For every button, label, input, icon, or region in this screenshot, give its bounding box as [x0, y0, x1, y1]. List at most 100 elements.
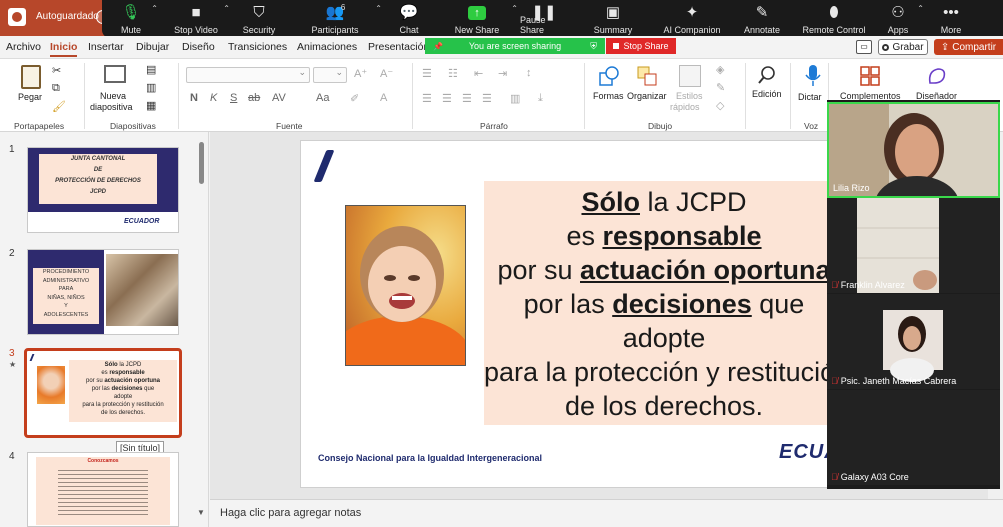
slide-number: 1 — [9, 144, 15, 155]
text-run: adopte — [113, 394, 133, 400]
arrange-button[interactable]: Organizar — [627, 91, 667, 101]
slide-text-box[interactable]: Sólo la JCPD es responsable por su actuaci… — [484, 181, 839, 425]
italic-button[interactable]: K — [210, 92, 217, 104]
reset-icon[interactable]: ▥ — [146, 81, 156, 94]
chat-button[interactable]: 💬 Chat — [384, 0, 434, 38]
columns-icon[interactable]: ▥ — [510, 92, 520, 105]
child-photo[interactable] — [345, 205, 466, 366]
group-fuente: Fuente — [276, 121, 303, 131]
quick-styles-label[interactable]: Estilos — [676, 91, 703, 101]
font-size-dropdown[interactable] — [313, 67, 347, 83]
participant-tile[interactable]: Lilia Rizo — [827, 102, 1000, 198]
tab-insertar[interactable]: Insertar — [88, 41, 124, 53]
text-run: de los derechos. — [564, 391, 764, 421]
new-slide-label-2[interactable]: diapositiva — [90, 102, 133, 112]
summary-button[interactable]: ▣ Summary — [568, 0, 658, 38]
grow-font-icon[interactable]: A⁺ — [354, 67, 367, 80]
spacing-button[interactable]: AV — [272, 92, 286, 104]
security-button[interactable]: ⛉ Security — [232, 0, 286, 38]
annotate-button[interactable]: ✎ Annotate — [726, 0, 798, 38]
text-direction-icon[interactable]: ⤓ — [538, 92, 543, 105]
group-diapositivas: Diapositivas — [110, 121, 156, 131]
chat-icon: 💬 — [399, 4, 419, 21]
participant-tile[interactable]: 🎙̸ Galaxy A03 Core — [827, 390, 1000, 485]
shapes-icon — [598, 65, 620, 87]
emphasized-text: Sólo — [581, 187, 640, 217]
layout-icon[interactable]: ▤ — [146, 63, 156, 76]
shapes-button[interactable]: Formas — [593, 91, 624, 101]
more-button[interactable]: ••• More — [926, 0, 976, 38]
tab-dibujar[interactable]: Dibujar — [136, 41, 169, 53]
new-share-button[interactable]: ↑ ⌃ New Share — [434, 0, 520, 38]
align-left-icon[interactable]: ☰ — [422, 92, 432, 105]
screen-sharing-banner: 📌 You are screen sharing ⛨ — [425, 38, 605, 54]
editing-button[interactable]: Edición — [752, 89, 782, 99]
emphasized-text: responsable — [602, 221, 762, 251]
bullets-icon[interactable]: ☰ — [422, 67, 432, 80]
participant-count: 6 — [340, 3, 346, 12]
underline-button[interactable]: S — [230, 92, 237, 104]
tab-archivo[interactable]: Archivo — [6, 41, 41, 53]
align-center-icon[interactable]: ☰ — [442, 92, 452, 105]
font-color-icon[interactable]: A — [380, 92, 387, 104]
shape-fill-icon[interactable]: ◈ — [716, 63, 724, 76]
tab-inicio[interactable]: Inicio — [50, 41, 78, 57]
apps-button[interactable]: ⚇ ⌃ Apps — [870, 0, 926, 38]
shape-effects-icon[interactable]: ◇ — [716, 99, 724, 112]
muted-microphone-icon: 🎙̸ — [831, 472, 838, 482]
pause-share-button[interactable]: ❚❚ Pause Share — [520, 0, 568, 38]
comments-button[interactable]: ▭ — [856, 40, 872, 54]
shrink-font-icon[interactable]: A⁻ — [380, 67, 393, 80]
slide-thumbnail-1[interactable]: JUNTA CANTONAL DE PROTECCIÓN DE DERECHOS… — [27, 147, 179, 233]
group-parrafo: Párrafo — [480, 121, 508, 131]
tab-transiciones[interactable]: Transiciones — [228, 41, 287, 53]
quick-styles-label-2[interactable]: rápidos — [670, 102, 700, 112]
apps-icon: ⚇ — [891, 4, 905, 21]
participants-button[interactable]: 👥 6 ⌃ Participants — [286, 0, 384, 38]
stop-share-button[interactable]: Stop Share — [606, 38, 676, 54]
chevron-down-icon[interactable]: ▼ — [197, 508, 205, 517]
strikethrough-button[interactable]: ab — [248, 92, 260, 104]
cut-icon[interactable]: ✂ — [52, 64, 61, 77]
notes-pane[interactable]: Haga clic para agregar notas — [210, 499, 1003, 527]
tab-diseno[interactable]: Diseño — [182, 41, 215, 53]
record-button[interactable]: Grabar — [878, 39, 928, 55]
emphasized-text: actuación oportuna — [104, 378, 160, 384]
font-family-dropdown[interactable] — [186, 67, 310, 83]
text-lines — [58, 467, 148, 515]
slide-thumbnail-2[interactable]: PROCEDIMIENTO ADMINISTRATIVO PARA NIÑAS,… — [27, 249, 179, 335]
align-right-icon[interactable]: ☰ — [462, 92, 472, 105]
slide-3-thumb-text: Sólo la JCPD es responsable por su actuaci… — [69, 361, 177, 417]
share-button[interactable]: ⇪ Compartir — [934, 39, 1003, 55]
remote-control-button[interactable]: ⬮ Remote Control — [798, 0, 870, 38]
participant-tile[interactable]: 🎙̸ Franklin Alvarez — [827, 198, 1000, 293]
powerpoint-icon — [8, 8, 26, 26]
current-slide[interactable]: Sólo la JCPD es responsable por su actuaci… — [300, 140, 840, 488]
format-painter-icon[interactable]: 🖌 — [52, 100, 66, 113]
tab-presentacion[interactable]: Presentación — [368, 41, 429, 53]
paste-button[interactable]: Pegar — [18, 92, 42, 102]
change-case-button[interactable]: Aa — [316, 92, 329, 104]
new-slide-label[interactable]: Nueva — [100, 91, 126, 101]
thumbnails-scrollbar[interactable] — [199, 142, 204, 184]
dictate-button[interactable]: Dictar — [798, 92, 822, 102]
tab-animaciones[interactable]: Animaciones — [297, 41, 357, 53]
decrease-indent-icon[interactable]: ⇤ — [474, 67, 483, 80]
bold-button[interactable]: N — [190, 92, 198, 104]
section-icon[interactable]: ▦ — [146, 99, 156, 112]
shape-outline-icon[interactable]: ✎ — [716, 81, 725, 94]
stop-video-button[interactable]: ■ ⌃ Stop Video — [160, 0, 232, 38]
line-spacing-icon[interactable]: ↕ — [526, 67, 532, 79]
copy-icon[interactable]: ⧉ — [52, 82, 60, 95]
numbering-icon[interactable]: ☷ — [448, 67, 458, 80]
justify-icon[interactable]: ☰ — [482, 92, 492, 105]
more-dots-icon: ••• — [943, 4, 959, 21]
slide-thumbnail-4[interactable]: Conozcamos — [27, 452, 179, 527]
slide-thumbnail-3[interactable]: Sólo la JCPD es responsable por su actuaci… — [24, 348, 182, 438]
participant-tile[interactable]: 🎙̸ Psic. Janeth Macías Cabrera — [827, 294, 1000, 389]
text-run: la JCPD — [117, 362, 142, 368]
increase-indent-icon[interactable]: ⇥ — [498, 67, 507, 80]
ai-companion-button[interactable]: ✦ AI Companion — [658, 0, 726, 38]
highlight-icon[interactable]: ✐ — [350, 92, 359, 105]
mute-button[interactable]: 🎙 ⌃ Mute — [102, 0, 160, 38]
